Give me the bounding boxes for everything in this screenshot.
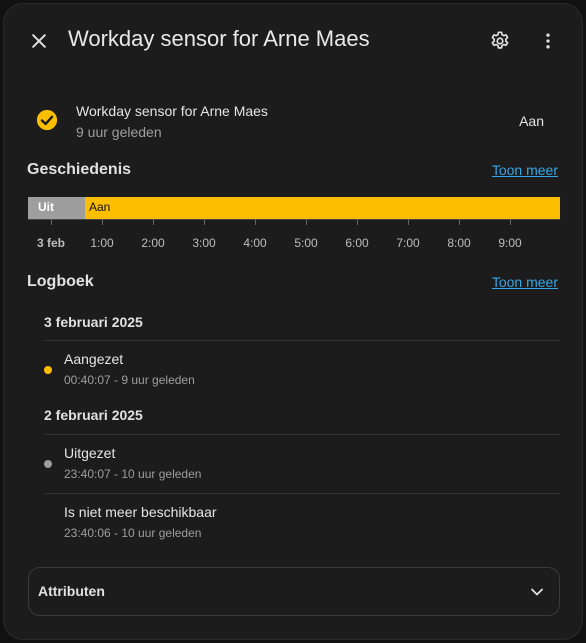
chevron-down-icon [531,588,543,596]
axis-tick-label: 9:00 [498,236,522,250]
attributes-label: Attributen [38,583,105,599]
axis-tick [510,219,511,225]
axis-tick [357,219,358,225]
axis-tick-label: 1:00 [90,236,114,250]
history-title: Geschiedenis [27,161,132,178]
logbook-state-dot [44,460,52,468]
close-button[interactable] [22,24,56,58]
axis-tick-label: 6:00 [345,236,369,250]
divider [44,493,560,494]
timeline-axis: 3 feb 1:00 2:00 3:00 4:00 5:00 6:00 7:00… [28,219,560,259]
axis-tick [306,219,307,225]
axis-tick-label: 5:00 [294,236,318,250]
close-icon [32,34,46,48]
entity-state-row[interactable]: Workday sensor for Arne Maes 9 uur geled… [26,98,566,146]
history-timeline[interactable]: Uit Aan [28,197,560,219]
timeline-segment-uit[interactable]: Uit [28,197,85,219]
axis-line [28,219,560,220]
axis-tick [51,219,52,225]
logbook-entry-title[interactable]: Is niet meer beschikbaar [64,504,217,520]
logbook-entry-time: 23:40:06 - 10 uur geleden [64,526,202,540]
axis-tick-label: 7:00 [396,236,420,250]
entity-state-value: Aan [519,113,544,129]
more-options-button[interactable] [531,24,565,58]
more-info-dialog: Workday sensor for Arne Maes Workday sen… [3,3,583,640]
logbook-entry-title[interactable]: Uitgezet [64,445,115,461]
logbook-state-dot [44,366,52,374]
axis-tick [153,219,154,225]
axis-tick [408,219,409,225]
check-circle-icon [36,109,58,131]
axis-tick [102,219,103,225]
axis-tick-label: 4:00 [243,236,267,250]
axis-tick-label: 3 feb [36,236,66,250]
logbook-date-header: 3 februari 2025 [44,314,143,330]
gear-icon [491,31,509,49]
divider [44,434,560,435]
history-show-more-link[interactable]: Toon meer [492,162,558,178]
entity-name: Workday sensor for Arne Maes [76,103,268,119]
settings-button[interactable] [483,24,517,58]
logbook-title: Logboek [27,273,94,290]
axis-tick [459,219,460,225]
axis-tick [204,219,205,225]
axis-tick-label: 3:00 [192,236,216,250]
dots-vertical-icon [546,33,550,49]
divider [44,340,560,341]
attributes-expander[interactable]: Attributen [28,567,560,616]
logbook-entry-time: 00:40:07 - 9 uur geleden [64,373,195,387]
timeline-segment-aan[interactable]: Aan [85,197,560,219]
axis-tick-label: 8:00 [447,236,471,250]
logbook-date-header: 2 februari 2025 [44,407,143,423]
timeline-segment-label: Aan [89,200,111,214]
axis-tick [255,219,256,225]
logbook-entry-title[interactable]: Aangezet [64,351,123,367]
logbook-entry-time: 23:40:07 - 10 uur geleden [64,467,202,481]
dialog-title: Workday sensor for Arne Maes [68,26,370,51]
axis-tick-label: 2:00 [141,236,165,250]
logbook-show-more-link[interactable]: Toon meer [492,274,558,290]
entity-last-changed: 9 uur geleden [76,124,162,140]
timeline-segment-label: Uit [38,200,54,214]
